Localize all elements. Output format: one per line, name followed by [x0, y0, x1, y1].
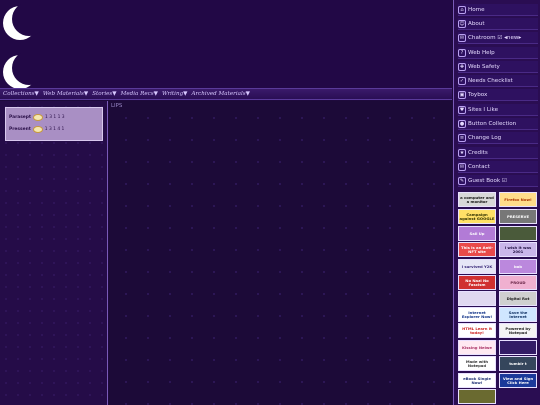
badge-button[interactable]: bob	[499, 259, 537, 274]
badge-button[interactable]: Campaign against GOOGLE	[458, 209, 496, 224]
badge-button[interactable]: a computer and a monitor	[458, 192, 496, 207]
toybox-icon: ▣	[458, 90, 466, 99]
sidebar-item-contact[interactable]: ✉ Contact	[458, 161, 538, 173]
crescent-moon-top	[3, 2, 42, 40]
badge-button[interactable]: Firefox Now!	[499, 192, 537, 207]
pet-label: Pressent	[9, 127, 31, 132]
pet-row: Pressent 1 3 1 4 1	[9, 126, 64, 133]
sidebar-item-about[interactable]: ☺ About	[458, 18, 538, 30]
header-banner	[0, 0, 452, 89]
badge-button[interactable]	[458, 291, 496, 306]
pet-label: Parasept	[9, 115, 32, 120]
badge-button[interactable]: tumblr t	[499, 356, 537, 371]
help-icon: ?	[458, 48, 466, 57]
sidebar-item-web-safety[interactable]: ✚ Web Safety	[458, 61, 538, 73]
badge-button[interactable]: View and Sign Click Here	[499, 373, 537, 388]
badge-button[interactable]: I survived Y2K	[458, 259, 496, 274]
pet-row: Parasept 1 3 1 1 3	[9, 114, 65, 121]
sidebar-item-label: About	[468, 20, 485, 27]
sidebar-item-label: Toybox	[468, 91, 488, 98]
badge-button[interactable]	[499, 340, 537, 355]
badge-button[interactable]: Save the Internet	[499, 307, 537, 322]
sidebar-item-home[interactable]: ⌂ Home	[458, 4, 538, 16]
mail-icon: ✉	[458, 162, 466, 171]
left-panel	[0, 101, 108, 405]
sidebar-item-label: Contact	[468, 163, 490, 170]
credits-icon: ★	[458, 148, 466, 157]
pet-widget: Parasept 1 3 1 1 3 Pressent 1 3 1 4 1	[5, 107, 103, 141]
nav-collections[interactable]: Collections▼	[3, 91, 39, 97]
badge-button[interactable]: Kissing Neiwe	[458, 340, 496, 355]
heart-icon: ♥	[458, 105, 466, 114]
nav-writing[interactable]: Writing▼	[162, 91, 187, 97]
badge-button[interactable]: PROUD	[499, 275, 537, 290]
badge-button[interactable]: Sail Up	[458, 226, 496, 241]
sidebar-item-label: Change Log	[468, 134, 502, 141]
sidebar-item-guest-book[interactable]: ✎ Guest Book ☑	[458, 175, 538, 187]
badge-button[interactable]: eBook Single Now!	[458, 373, 496, 388]
sidebar-item-label: Web Help	[468, 49, 495, 56]
nav-media-recs[interactable]: Media Recs▼	[121, 91, 158, 97]
sidebar-item-needs-checklist[interactable]: ✓ Needs Checklist	[458, 75, 538, 87]
badge-button[interactable]: HTML Learn it today!	[458, 323, 496, 338]
sidebar-item-toybox[interactable]: ▣ Toybox	[458, 89, 538, 101]
sidebar-item-sites-i-like[interactable]: ♥ Sites I Like	[458, 104, 538, 116]
nav-web-materials[interactable]: Web Materials▼	[43, 91, 88, 97]
badge-button[interactable]: This is an Anti-NFT site	[458, 242, 496, 257]
badge-button[interactable]: PRESERVE	[499, 209, 537, 224]
badge-button[interactable]	[458, 389, 496, 404]
pet-value: 1 3 1 4 1	[44, 127, 65, 132]
nav-stories[interactable]: Stories▼	[92, 91, 116, 97]
right-sidebar: ⌂ Home ☺ About ✉ Chatroom ☑ ◂new▸ ? Web …	[453, 0, 540, 405]
person-icon: ☺	[458, 19, 466, 28]
gem-icon	[33, 114, 44, 121]
sidebar-item-label: Guest Book ☑	[468, 177, 507, 184]
main-content: LIPS	[109, 101, 452, 405]
badge-button[interactable]: Internet Explorer Now!	[458, 307, 496, 322]
sidebar-item-label: Sites I Like	[468, 106, 499, 113]
sidebar-item-credits[interactable]: ★ Credits	[458, 147, 538, 159]
sidebar-item-label: Web Safety	[468, 63, 500, 70]
button-icon: ●	[458, 119, 466, 128]
sidebar-item-label: Needs Checklist	[468, 77, 513, 84]
sidebar-item-label: Home	[468, 6, 485, 13]
book-icon: ✎	[458, 176, 466, 185]
sidebar-item-label: Button Collection	[468, 120, 517, 127]
shield-icon: ✚	[458, 62, 466, 71]
log-icon: ≡	[458, 133, 466, 142]
pet-value: 1 3 1 1 3	[45, 115, 65, 120]
sidebar-item-chatroom[interactable]: ✉ Chatroom ☑ ◂new▸	[458, 32, 538, 44]
nav-archived-materials[interactable]: Archived Materials▼	[191, 91, 249, 97]
sidebar-item-label: Credits	[468, 149, 488, 156]
badge-button[interactable]	[499, 226, 537, 241]
top-navbar: Collections▼ Web Materials▼ Stories▼ Med…	[0, 88, 452, 100]
badge-button[interactable]: Digital Rot	[499, 291, 537, 306]
badge-button[interactable]: I wish it was 2001	[499, 242, 537, 257]
sidebar-item-label: Chatroom ☑ ◂new▸	[468, 34, 522, 41]
badge-button[interactable]: Powered by Notepad	[499, 323, 537, 338]
sidebar-item-button-collection[interactable]: ● Button Collection	[458, 118, 538, 130]
sidebar-item-web-help[interactable]: ? Web Help	[458, 47, 538, 59]
gem-icon	[32, 126, 43, 133]
crescent-moon-bottom	[3, 53, 42, 89]
badge-button[interactable]: Made with Notepad	[458, 356, 496, 371]
chat-icon: ✉	[458, 33, 466, 42]
sidebar-item-change-log[interactable]: ≡ Change Log	[458, 132, 538, 144]
content-caption: LIPS	[111, 103, 123, 109]
checklist-icon: ✓	[458, 76, 466, 85]
badge-button[interactable]: No Nazi No Fascism	[458, 275, 496, 290]
home-icon: ⌂	[458, 5, 466, 14]
